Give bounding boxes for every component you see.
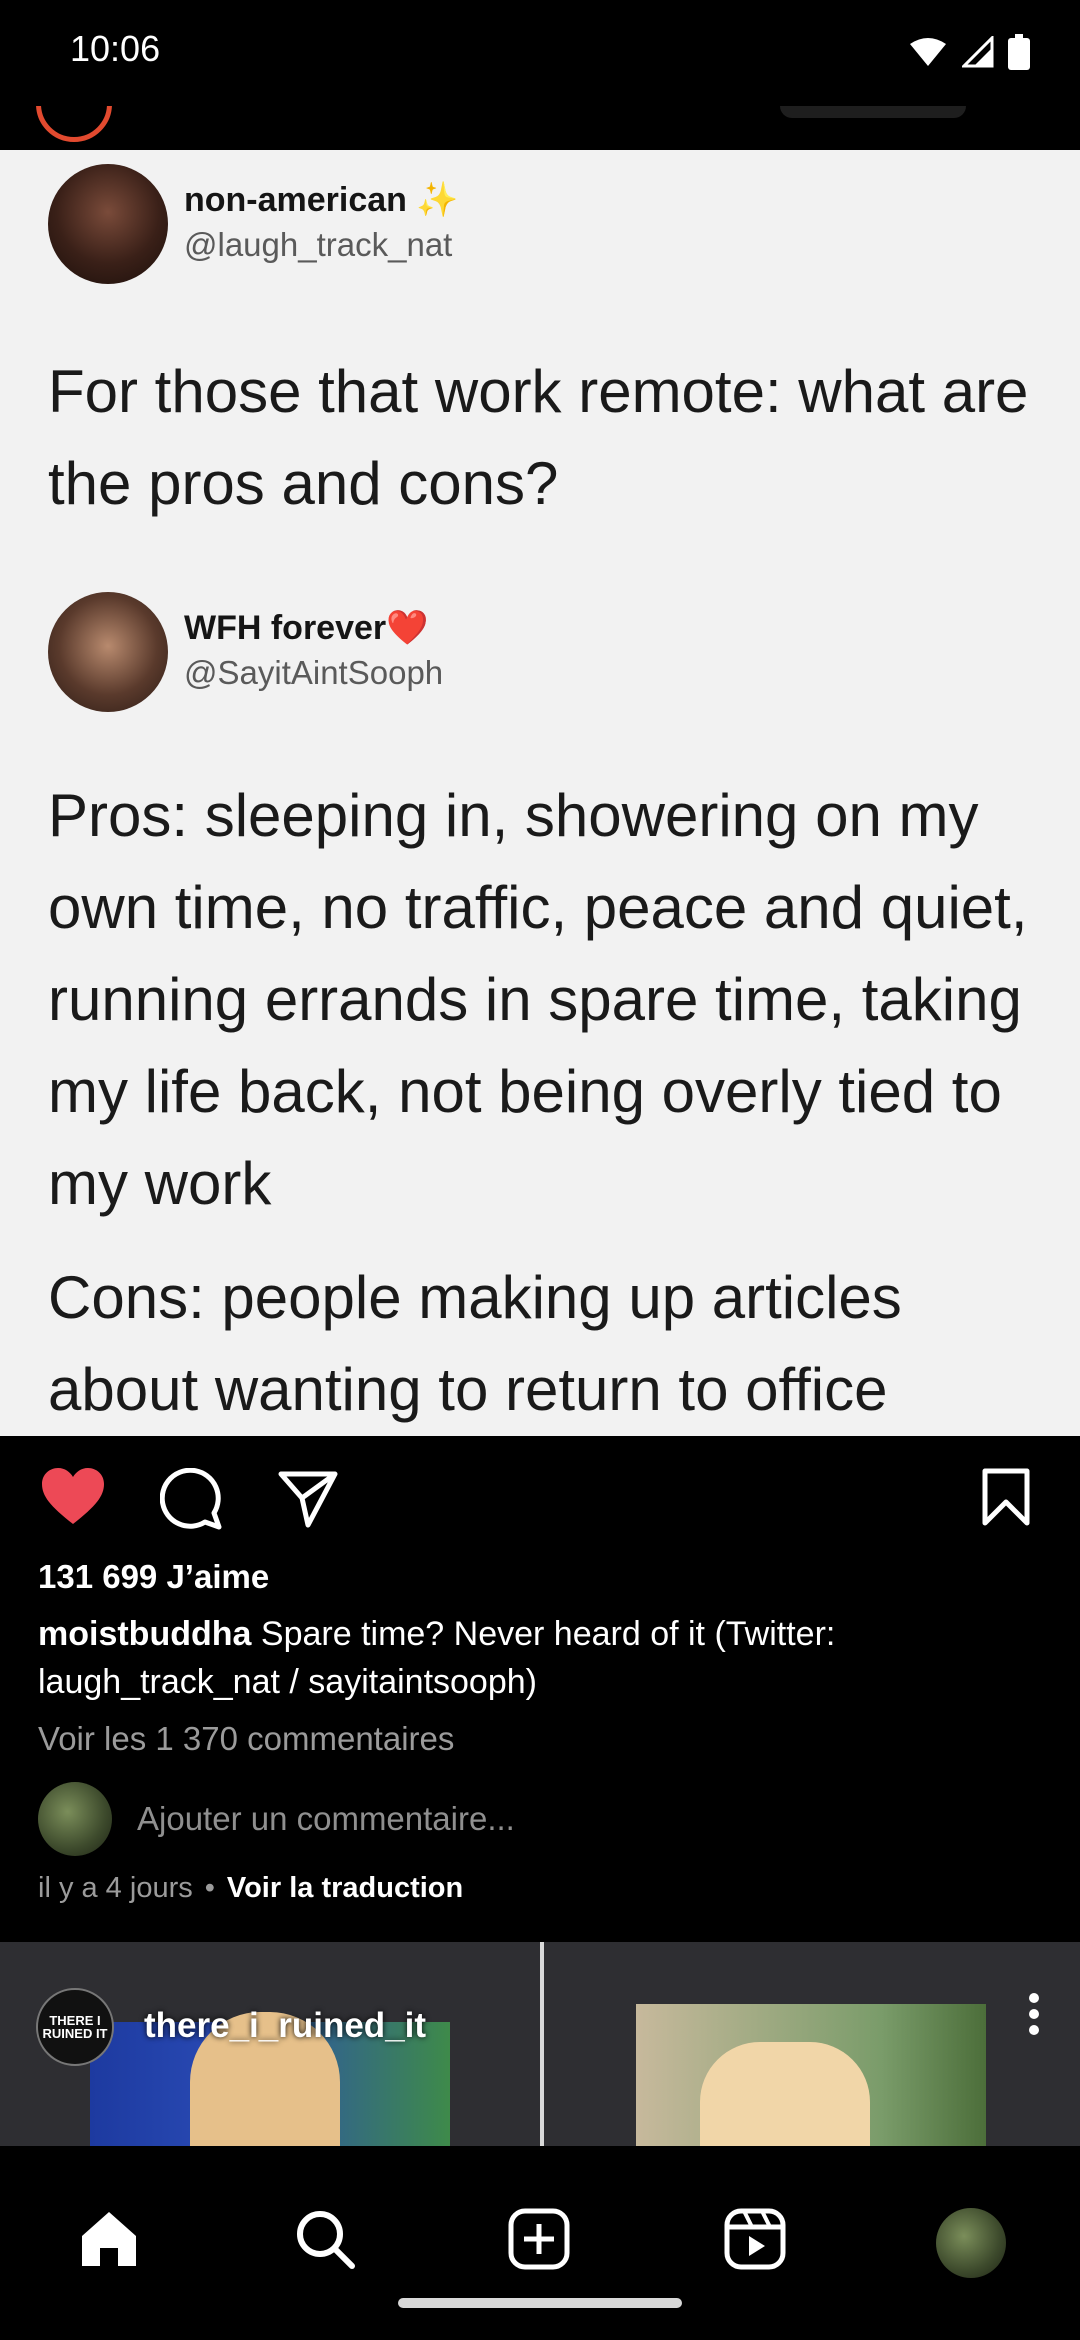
- status-icons: [908, 34, 1030, 70]
- status-time: 10:06: [70, 28, 161, 69]
- sparkle-emoji: ✨: [416, 181, 459, 219]
- avatar-logo-text: THERE I RUINED IT: [42, 2013, 108, 2041]
- avatar: [38, 1782, 112, 1856]
- signal-icon: [962, 36, 994, 68]
- tweet-avatar: [48, 164, 168, 284]
- post-image-figure: [700, 2042, 870, 2146]
- image-divider: [540, 1942, 544, 2146]
- tweet-author-name: non-american ✨: [184, 181, 459, 219]
- next-post[interactable]: THERE I RUINED IT there_i_ruined_it: [0, 1942, 1080, 2146]
- caption: moistbuddha Spare time? Never heard of i…: [38, 1610, 1048, 1706]
- tweet-text-cons: Cons: people making up articles about wa…: [48, 1264, 902, 1423]
- wifi-icon: [910, 38, 946, 66]
- tweet-text: For those that work remote: what are the…: [48, 358, 1029, 517]
- translate-link[interactable]: Voir la traduction: [227, 1872, 463, 1904]
- post-actions: [0, 1436, 1080, 1556]
- meta-separator: •: [204, 1872, 215, 1904]
- more-icon[interactable]: [1028, 1992, 1040, 2036]
- bookmark-icon[interactable]: [982, 1468, 1030, 1526]
- tweet-author-name: WFH forever❤️: [184, 609, 429, 647]
- author-avatar[interactable]: [36, 106, 112, 142]
- tweet-text-pros: Pros: sleeping in, showering on my own t…: [48, 782, 1028, 1217]
- post-header: [0, 106, 1080, 150]
- profile-tab-avatar[interactable]: [936, 2208, 1006, 2278]
- status-bar: 10:06: [0, 0, 1080, 106]
- reels-icon[interactable]: [724, 2208, 786, 2270]
- home-indicator[interactable]: [398, 2298, 682, 2308]
- bottom-nav: [0, 2146, 1080, 2340]
- tweet-avatar: [48, 592, 168, 712]
- comment-input[interactable]: Ajouter un commentaire...: [137, 1800, 515, 1838]
- next-post-username[interactable]: there_i_ruined_it: [144, 2006, 426, 2046]
- add-comment-row[interactable]: Ajouter un commentaire...: [38, 1782, 1048, 1858]
- comment-icon[interactable]: [160, 1468, 222, 1530]
- tweet-handle: @SayitAintSooph: [184, 654, 444, 691]
- view-comments-link[interactable]: Voir les 1 370 commentaires: [38, 1720, 454, 1758]
- create-icon[interactable]: [508, 2208, 570, 2270]
- home-icon[interactable]: [78, 2208, 140, 2270]
- post-meta: il y a 4 jours • Voir la traduction: [38, 1872, 463, 1905]
- post-image[interactable]: non-american ✨ @laugh_track_nat For thos…: [0, 150, 1080, 1436]
- post-timestamp: il y a 4 jours: [38, 1872, 193, 1904]
- heart-emoji: ❤️: [386, 609, 429, 647]
- battery-icon: [1008, 34, 1030, 70]
- like-count[interactable]: 131 699 J’aime: [38, 1558, 269, 1596]
- share-icon[interactable]: [278, 1470, 338, 1528]
- follow-button[interactable]: [780, 106, 966, 118]
- search-icon[interactable]: [294, 2208, 356, 2270]
- tweet-handle: @laugh_track_nat: [184, 226, 453, 263]
- next-post-avatar[interactable]: THERE I RUINED IT: [36, 1988, 114, 2066]
- caption-author[interactable]: moistbuddha: [38, 1615, 251, 1653]
- heart-icon[interactable]: [40, 1466, 106, 1526]
